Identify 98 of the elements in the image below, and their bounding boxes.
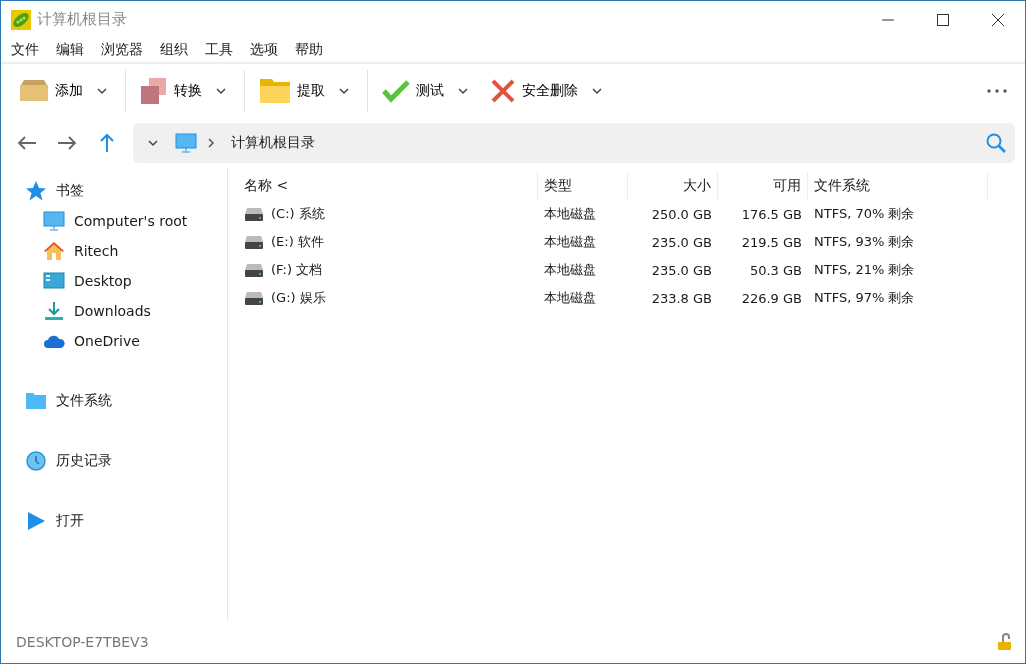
- menu-item[interactable]: 浏览器: [101, 41, 143, 59]
- caret-icon: [457, 87, 469, 95]
- forward-arrow-icon: [57, 135, 77, 151]
- play-icon: [25, 510, 47, 532]
- drive-label: (F:) 文档: [271, 261, 323, 279]
- sidebar-item[interactable]: 文件系统: [1, 386, 227, 416]
- column-header[interactable]: 大小: [628, 172, 718, 200]
- menu-item[interactable]: 组织: [160, 41, 188, 59]
- table-cell-text: 219.5 GB: [740, 233, 803, 252]
- drive-name[interactable]: (G:) 娱乐: [238, 284, 538, 312]
- box-icon: [19, 79, 49, 103]
- sidebar-label: Ritech: [74, 243, 119, 259]
- sidebar-label: Computer's root: [74, 213, 188, 229]
- computer-name: DESKTOP-E7TBEV3: [16, 634, 149, 650]
- column-header[interactable]: 文件系统: [808, 172, 988, 200]
- check-icon: [382, 79, 410, 103]
- drive-label: (E:) 软件: [271, 233, 324, 251]
- sidebar-item[interactable]: OneDrive: [1, 326, 227, 356]
- drive-name[interactable]: (F:) 文档: [238, 256, 538, 284]
- address-bar[interactable]: 计算机根目录: [133, 123, 1015, 163]
- toolbar-button[interactable]: 转换: [136, 71, 206, 111]
- drive-icon: [244, 206, 264, 222]
- table-cell-text: NTFS, 70% 剩余: [813, 205, 916, 223]
- close-icon: [490, 78, 516, 104]
- table-cell-text: 本地磁盘: [543, 261, 597, 279]
- caret-icon: [147, 139, 159, 147]
- sidebar-label: Downloads: [74, 303, 151, 319]
- column-header[interactable]: 名称 <: [238, 172, 538, 200]
- sidebar-item[interactable]: Downloads: [1, 296, 227, 326]
- path-segment[interactable]: 计算机根目录: [231, 134, 975, 152]
- menu-item[interactable]: 文件: [11, 41, 39, 59]
- toolbar-button[interactable]: 提取: [255, 71, 329, 111]
- minimize-icon: [881, 18, 894, 21]
- drive-icon: [244, 290, 264, 306]
- drive-label: (C:) 系统: [271, 205, 325, 223]
- menu-item[interactable]: 选项: [250, 41, 278, 59]
- monitor-icon: [175, 132, 197, 154]
- more-icon: [987, 89, 1007, 93]
- table-cell-text: NTFS, 93% 剩余: [813, 233, 916, 251]
- history-icon: [25, 450, 47, 472]
- desktop-icon: [43, 270, 65, 292]
- sidebar-label: Desktop: [74, 273, 132, 289]
- table-cell-text: 226.9 GB: [740, 289, 803, 308]
- search-icon: [985, 132, 1007, 154]
- sidebar-label: OneDrive: [74, 333, 140, 349]
- toolbar-button[interactable]: 安全删除: [486, 71, 582, 111]
- table-cell-text: 235.0 GB: [650, 261, 713, 280]
- sidebar-item[interactable]: 打开: [1, 506, 227, 536]
- column-header[interactable]: 类型: [538, 172, 628, 200]
- window-title: 计算机根目录: [37, 10, 128, 29]
- folder-icon: [259, 78, 291, 104]
- up-arrow-icon: [99, 133, 115, 153]
- caret-icon: [338, 87, 350, 95]
- drive-name[interactable]: (C:) 系统: [238, 200, 538, 228]
- caret-icon: [215, 87, 227, 95]
- house-icon: [43, 240, 65, 262]
- sidebar-label: 书签: [56, 182, 84, 200]
- sidebar-item[interactable]: Computer's root: [1, 206, 227, 236]
- sidebar-label: 历史记录: [56, 452, 112, 470]
- menu-item[interactable]: 工具: [205, 41, 233, 59]
- drive-label: (G:) 娱乐: [271, 289, 326, 307]
- drive-icon: [244, 262, 264, 278]
- drive-icon: [244, 234, 264, 250]
- table-cell-text: NTFS, 21% 剩余: [813, 261, 916, 279]
- sidebar-item[interactable]: Desktop: [1, 266, 227, 296]
- toolbar-button[interactable]: 测试: [378, 71, 448, 111]
- table-cell-text: 235.0 GB: [650, 233, 713, 252]
- table-cell-text: 本地磁盘: [543, 205, 597, 223]
- drive-name[interactable]: (E:) 软件: [238, 228, 538, 256]
- table-cell-text: 176.5 GB: [740, 205, 803, 224]
- menu-item[interactable]: 帮助: [295, 41, 323, 59]
- caret-icon: [96, 87, 108, 95]
- toolbar-button[interactable]: 添加: [15, 71, 87, 111]
- table-cell-text: 50.3 GB: [748, 261, 803, 280]
- menu-item[interactable]: 编辑: [56, 41, 84, 59]
- monitor-icon: [43, 210, 65, 232]
- sidebar-item[interactable]: Ritech: [1, 236, 227, 266]
- back-arrow-icon: [17, 135, 37, 151]
- table-cell-text: 233.8 GB: [650, 289, 713, 308]
- table-cell-text: 本地磁盘: [543, 233, 597, 251]
- column-header[interactable]: 可用: [718, 172, 808, 200]
- padlock-icon: [997, 633, 1013, 651]
- download-icon: [43, 300, 65, 322]
- sidebar-label: 打开: [56, 512, 84, 530]
- sidebar-item[interactable]: 历史记录: [1, 446, 227, 476]
- squares-icon: [140, 77, 168, 105]
- table-cell-text: 本地磁盘: [543, 289, 597, 307]
- table-cell-text: 250.0 GB: [650, 205, 713, 224]
- app-logo-icon: [11, 9, 31, 30]
- sidebar-item[interactable]: 书签: [1, 176, 227, 206]
- folder-icon: [25, 390, 47, 412]
- sidebar-label: 文件系统: [56, 392, 112, 410]
- star-icon: [25, 180, 47, 202]
- table-cell-text: NTFS, 97% 剩余: [813, 289, 916, 307]
- close-icon: [991, 13, 1004, 26]
- caret-icon: [591, 87, 603, 95]
- maximize-icon: [936, 13, 949, 26]
- chevron-icon: [207, 137, 215, 149]
